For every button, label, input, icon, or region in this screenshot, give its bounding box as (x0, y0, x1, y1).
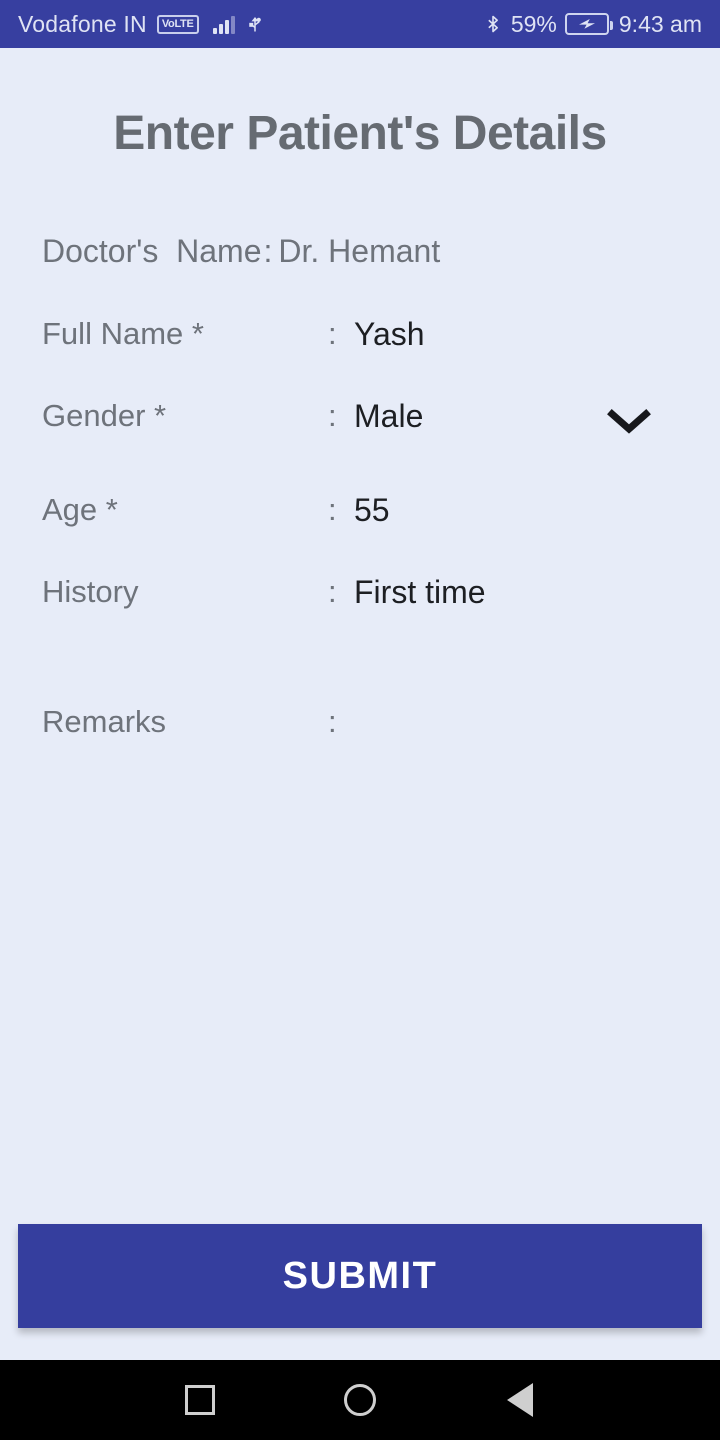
full-name-row: Full Name * : Yash (0, 318, 720, 400)
submit-button[interactable]: SUBMIT (18, 1224, 702, 1328)
remarks-row: Remarks : (0, 706, 720, 802)
status-bar: Vodafone IN VoLTE 59% 9:43 am (0, 0, 720, 48)
full-name-colon: : (328, 316, 337, 351)
circle-home-icon[interactable] (338, 1378, 382, 1422)
signal-bars-icon (212, 14, 235, 34)
full-name-field[interactable]: Yash (354, 318, 680, 350)
square-recents-icon[interactable] (178, 1378, 222, 1422)
remarks-colon: : (328, 704, 337, 739)
usb-icon (245, 12, 265, 36)
full-name-value[interactable]: Yash (354, 316, 425, 352)
patient-details-form: Doctor's Name : Dr. Hemant Full Name * :… (0, 233, 720, 802)
status-bar-left: Vodafone IN VoLTE (18, 11, 265, 38)
age-row: Age * : 55 (0, 494, 720, 576)
remarks-value[interactable] (354, 706, 680, 802)
age-label: Age * (42, 492, 118, 527)
history-value[interactable]: First time (354, 574, 486, 610)
phone-screen: Vodafone IN VoLTE 59% 9:43 am Enter Pati… (0, 0, 720, 1440)
history-label: History (42, 574, 139, 609)
gender-dropdown[interactable]: Male (354, 398, 680, 434)
status-bar-right: 59% 9:43 am (483, 11, 702, 38)
history-row: History : First time (0, 576, 720, 706)
volte-badge: VoLTE (156, 14, 199, 34)
doctor-name-colon: : (263, 233, 273, 269)
age-value[interactable]: 55 (354, 492, 390, 528)
bluetooth-icon (483, 12, 503, 36)
history-field[interactable]: First time (354, 576, 680, 608)
doctor-name-row: Doctor's Name : Dr. Hemant (0, 233, 720, 318)
full-name-label: Full Name * (42, 316, 204, 351)
doctor-name-label: Doctor's Name (42, 233, 262, 269)
remarks-field[interactable] (354, 706, 680, 802)
gender-colon: : (328, 398, 337, 433)
clock-label: 9:43 am (618, 10, 702, 37)
chevron-down-icon[interactable] (606, 406, 652, 436)
android-navigation-bar (0, 1360, 720, 1440)
gender-label: Gender * (42, 398, 167, 433)
battery-percent-label: 59% (510, 10, 557, 37)
page-title: Enter Patient's Details (113, 107, 607, 160)
doctor-name-value: Dr. Hemant (278, 233, 441, 269)
gender-row: Gender * : Male (0, 400, 720, 494)
remarks-label: Remarks (42, 704, 167, 739)
battery-charging-icon (564, 13, 613, 35)
carrier-label: Vodafone IN (18, 10, 147, 37)
triangle-back-icon[interactable] (498, 1378, 542, 1422)
history-colon: : (328, 574, 337, 609)
age-colon: : (328, 492, 337, 527)
age-field[interactable]: 55 (354, 494, 680, 526)
main-content: Enter Patient's Details Doctor's Name : … (0, 48, 720, 1360)
gender-value[interactable]: Male (354, 398, 423, 434)
